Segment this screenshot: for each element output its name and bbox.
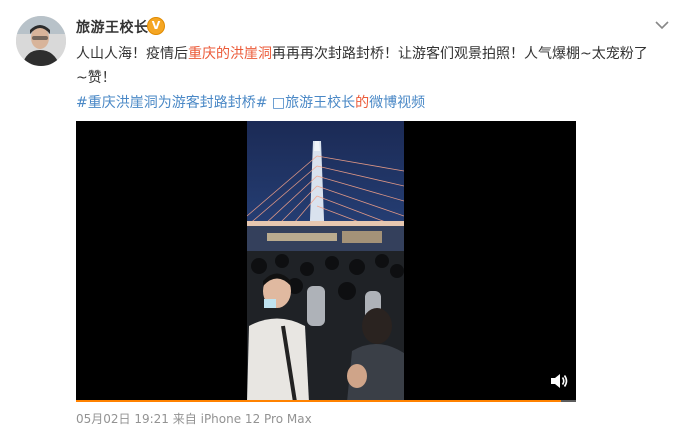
verified-badge-icon: V	[147, 17, 165, 35]
video-frame	[247, 121, 404, 402]
progress-fill	[76, 400, 561, 402]
video-link-icon: □	[271, 95, 286, 111]
of-text: 的	[355, 95, 370, 111]
location-link[interactable]: 重庆的洪崖洞	[188, 46, 272, 62]
volume-icon[interactable]	[549, 372, 569, 390]
timestamp-link[interactable]: 05月02日 19:21	[76, 412, 169, 426]
avatar[interactable]	[16, 16, 66, 66]
post-content: 人山人海！疫情后重庆的洪崖洞再再再次封路封桥！让游客们观景拍照！人气爆棚~太宠粉…	[76, 42, 656, 90]
chevron-down-icon[interactable]	[655, 20, 669, 30]
source-prefix: 来自	[172, 412, 197, 426]
post-tags: #重庆洪崖洞为游客封路封桥# □旅游王校长的微博视频	[76, 91, 425, 115]
avatar-image	[16, 16, 66, 66]
author-link[interactable]: 旅游王校长	[285, 95, 355, 111]
post-meta: 05月02日 19:21 来自 iPhone 12 Pro Max	[76, 410, 312, 427]
username[interactable]: 旅游王校长	[76, 17, 149, 37]
content-text: 人山人海！疫情后	[76, 46, 188, 62]
video-player[interactable]	[76, 121, 576, 402]
weibo-video-link[interactable]: 微博视频	[369, 95, 425, 111]
topic-tag-link[interactable]: #重庆洪崖洞为游客封路封桥#	[76, 95, 267, 111]
device-label: iPhone 12 Pro Max	[200, 412, 312, 426]
